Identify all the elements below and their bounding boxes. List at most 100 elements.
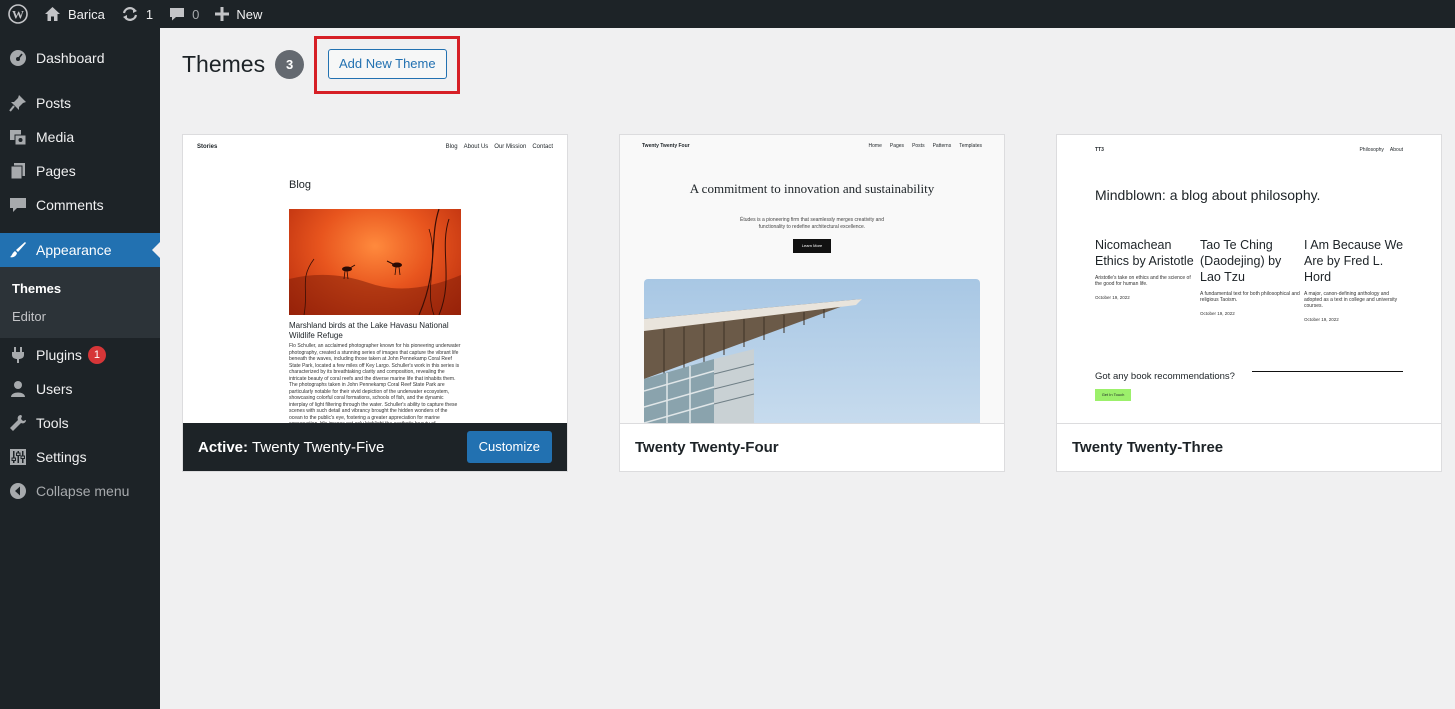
plus-icon xyxy=(215,7,230,21)
preview-nav: TT3 Philosophy About xyxy=(1095,147,1403,153)
active-label: Active: xyxy=(198,438,249,456)
preview-nav-item: Pages xyxy=(889,143,905,149)
main-content: Themes 3 Add New Theme Stories Blog About… xyxy=(160,28,1455,709)
preview-divider xyxy=(1252,371,1403,372)
preview-post: Nicomachean Ethics by Aristotle Aristotl… xyxy=(1095,237,1195,300)
theme-card-twenty-twenty-four[interactable]: Twenty Twenty Four Home Pages Posts Pattern… xyxy=(619,134,1005,472)
menu-appearance-label: Appearance xyxy=(36,242,112,258)
preview-heading: Mindblown: a blog about philosophy. xyxy=(1095,187,1321,203)
preview-nav: Stories Blog About Us Our Mission Contact xyxy=(197,144,553,150)
preview-nav-item: Blog xyxy=(445,144,458,150)
page-heading: Themes 3 xyxy=(182,50,305,79)
add-new-theme-button[interactable]: Add New Theme xyxy=(328,49,447,79)
menu-pages[interactable]: Pages xyxy=(0,154,160,188)
preview-post-desc: A major, canon-defining anthology and ad… xyxy=(1304,291,1398,309)
paintbrush-icon xyxy=(0,241,36,259)
settings-sliders-icon xyxy=(0,448,36,466)
menu-settings[interactable]: Settings xyxy=(0,440,160,474)
preview-post-title: Nicomachean Ethics by Aristotle xyxy=(1095,238,1194,268)
preview-post: I Am Because We Are by Fred L. Hord A ma… xyxy=(1304,237,1404,322)
submenu-themes[interactable]: Themes xyxy=(0,274,160,302)
admin-sidebar: Dashboard Posts Media Pages Comments App… xyxy=(0,28,160,709)
home-icon xyxy=(44,6,61,22)
preview-post-date: October 19, 2022 xyxy=(1095,295,1130,300)
pages-icon xyxy=(0,162,36,180)
menu-pages-label: Pages xyxy=(36,163,76,179)
site-name-link[interactable]: Barica xyxy=(36,0,113,28)
menu-posts[interactable]: Posts xyxy=(0,86,160,120)
dashboard-gauge-icon xyxy=(0,49,36,67)
sunset-birds-image xyxy=(289,208,461,316)
menu-users[interactable]: Users xyxy=(0,372,160,406)
preview-site-title: Stories xyxy=(197,144,218,150)
menu-settings-label: Settings xyxy=(36,449,87,465)
wrench-icon xyxy=(0,414,36,432)
preview-post: Tao Te Ching (Daodejing) by Lao Tzu A fu… xyxy=(1200,237,1300,316)
preview-nav-item: Philosophy xyxy=(1359,147,1384,153)
menu-media-label: Media xyxy=(36,129,75,145)
new-content-link[interactable]: New xyxy=(207,0,270,28)
preview-post-title: Tao Te Ching (Daodejing) by Lao Tzu xyxy=(1200,238,1282,284)
preview-nav-item: Our Mission xyxy=(494,144,527,150)
preview-caption: Marshland birds at the Lake Havasu Natio… xyxy=(289,321,449,340)
theme-screenshot[interactable]: Stories Blog About Us Our Mission Contact B… xyxy=(183,135,567,423)
comments-icon xyxy=(0,196,36,214)
preview-body-text: Flo Schuller, an acclaimed photographer … xyxy=(289,343,461,423)
preview-subtext: Études is a pioneering firm that seamles… xyxy=(740,217,884,230)
wordpress-logo-icon[interactable]: W xyxy=(0,0,36,28)
preview-heading: A commitment to innovation and sustainab… xyxy=(689,181,935,196)
collapse-menu-label: Collapse menu xyxy=(36,483,130,499)
appearance-submenu: Themes Editor xyxy=(0,267,160,338)
plugins-update-badge: 1 xyxy=(87,346,106,364)
menu-dashboard[interactable]: Dashboard xyxy=(0,41,160,75)
menu-plugins-label: Plugins xyxy=(36,347,82,363)
preview-button: Learn More xyxy=(793,239,831,253)
admin-bar: W Barica 1 0 New xyxy=(0,0,1455,28)
menu-comments[interactable]: Comments xyxy=(0,188,160,222)
collapse-arrow-icon xyxy=(0,482,36,500)
plug-icon xyxy=(0,346,36,364)
theme-card-active[interactable]: Stories Blog About Us Our Mission Contact B… xyxy=(182,134,568,472)
theme-screenshot[interactable]: TT3 Philosophy About Mindblown: a blog ab… xyxy=(1057,135,1441,423)
menu-appearance[interactable]: Appearance xyxy=(0,233,160,267)
updates-icon xyxy=(121,6,139,22)
menu-tools[interactable]: Tools xyxy=(0,406,160,440)
updates-link[interactable]: 1 xyxy=(113,0,161,28)
theme-name-bar: Active: Twenty Twenty-Five Customize xyxy=(183,423,567,471)
building-image xyxy=(644,279,980,423)
theme-name: Twenty Twenty-Five xyxy=(252,438,385,456)
theme-name: Twenty Twenty-Four xyxy=(635,439,779,456)
preview-site-title: Twenty Twenty Four xyxy=(642,143,690,149)
preview-site-title: TT3 xyxy=(1095,147,1104,153)
preview-nav-item: About Us xyxy=(463,144,489,150)
menu-plugins[interactable]: Plugins 1 xyxy=(0,338,160,372)
preview-post-date: October 19, 2022 xyxy=(1200,311,1235,316)
preview-question: Got any book recommendations? xyxy=(1095,371,1235,382)
pushpin-icon xyxy=(0,94,36,112)
comments-link[interactable]: 0 xyxy=(161,0,207,28)
theme-name: Twenty Twenty-Three xyxy=(1072,439,1224,456)
preview-post-desc: A fundamental text for both philosophica… xyxy=(1200,291,1300,303)
site-name: Barica xyxy=(68,6,105,22)
menu-media[interactable]: Media xyxy=(0,120,160,154)
menu-dashboard-label: Dashboard xyxy=(36,50,105,66)
theme-screenshot[interactable]: Twenty Twenty Four Home Pages Posts Pattern… xyxy=(620,135,1004,423)
preview-nav-item: Patterns xyxy=(932,143,952,149)
comment-bubble-icon xyxy=(169,6,185,22)
menu-posts-label: Posts xyxy=(36,95,72,111)
preview-post-desc: Aristotle's take on ethics and the scien… xyxy=(1095,275,1191,287)
submenu-editor[interactable]: Editor xyxy=(0,302,160,330)
preview-post-date: October 19, 2022 xyxy=(1304,317,1339,322)
preview-nav-item: Templates xyxy=(959,143,982,149)
media-icon xyxy=(0,128,36,146)
theme-name-bar: Twenty Twenty-Three xyxy=(1057,423,1441,471)
collapse-menu-button[interactable]: Collapse menu xyxy=(0,474,160,508)
theme-card-twenty-twenty-three[interactable]: TT3 Philosophy About Mindblown: a blog ab… xyxy=(1056,134,1442,472)
theme-count-badge: 3 xyxy=(275,50,305,79)
customize-button[interactable]: Customize xyxy=(466,431,552,463)
user-icon xyxy=(0,380,36,398)
menu-users-label: Users xyxy=(36,381,73,397)
preview-nav-item: Home xyxy=(868,143,882,149)
comments-count: 0 xyxy=(192,6,200,22)
preview-button: Get In Touch xyxy=(1095,389,1131,401)
